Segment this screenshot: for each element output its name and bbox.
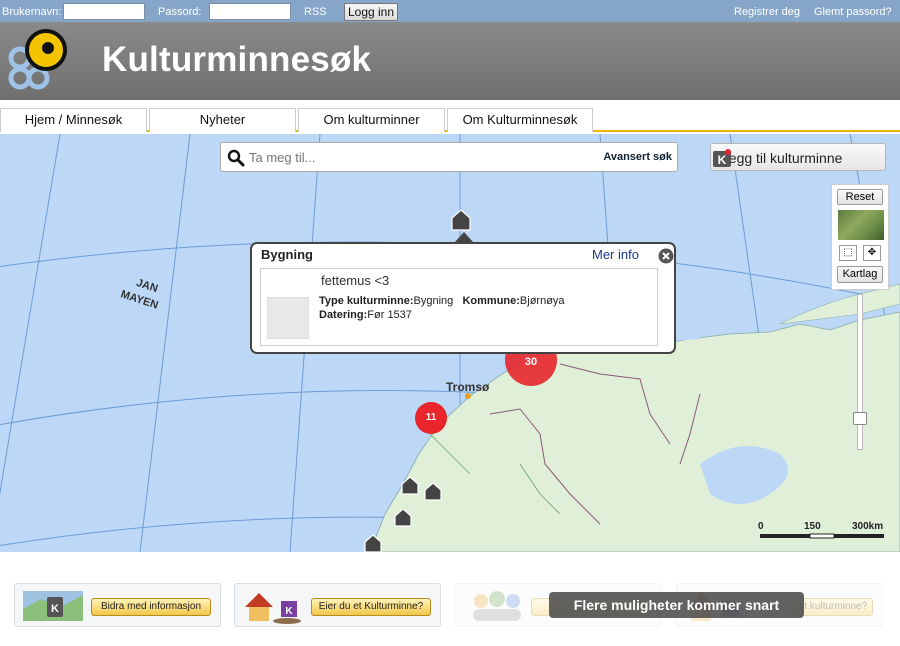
map-view[interactable]: 30 11 0 150 300km JAN MAYEN Tromsø Ta me… xyxy=(0,134,900,552)
feature-strip: K Bidra med informasjon K Eier du et Kul… xyxy=(0,552,900,646)
contribute-card[interactable]: K Bidra med informasjon xyxy=(14,583,221,627)
add-cultural-heritage-button[interactable]: Legg til kulturminne K xyxy=(710,143,886,171)
register-link[interactable]: Registrer deg xyxy=(734,6,800,18)
more-info-link[interactable]: Mer info xyxy=(592,247,639,262)
kulturminne-marker-icon: K xyxy=(713,149,731,167)
box-select-icon[interactable]: ⬚ xyxy=(839,245,857,261)
search-input[interactable] xyxy=(249,147,579,167)
satellite-layer-thumbnail[interactable] xyxy=(838,210,884,240)
cluster-count-30: 30 xyxy=(525,356,537,368)
datering-value: Før 1537 xyxy=(367,309,412,321)
popup-pointer xyxy=(455,232,473,242)
reset-button[interactable]: Reset xyxy=(837,189,883,205)
site-title: Kulturminnesøk xyxy=(102,40,372,79)
svg-text:K: K xyxy=(51,603,59,615)
rss-link[interactable]: RSS xyxy=(304,6,327,18)
kulturminnesok-logo[interactable] xyxy=(8,28,68,90)
site-header: Kulturminnesøk xyxy=(0,22,900,100)
forgot-password-link[interactable]: Glemt passord? xyxy=(814,6,892,18)
scale-end: 300km xyxy=(852,521,883,532)
svg-text:K: K xyxy=(718,153,727,167)
popup-title: Bygning xyxy=(261,247,313,262)
search-box[interactable]: Avansert søk xyxy=(220,142,678,172)
popup-thumbnail[interactable] xyxy=(267,297,309,339)
add-button-label: Legg til kulturminne xyxy=(721,150,843,166)
future-card-button-2: et kulturminne? xyxy=(793,598,873,616)
tab-news[interactable]: Nyheter xyxy=(149,108,296,132)
map-controls-panel: Reset ⬚ ✥ Kartlag xyxy=(831,184,889,290)
kommune-label: Kommune: xyxy=(462,295,520,307)
popup-dating-line: Datering:Før 1537 xyxy=(319,309,412,321)
tab-about-cultural-heritage[interactable]: Om kulturminner xyxy=(298,108,445,132)
map-layers-button[interactable]: Kartlag xyxy=(837,266,883,283)
coming-soon-overlay: Flere muligheter kommer snart xyxy=(549,592,804,618)
login-bar: Brukernavn: Passord: RSS Logg inn Regist… xyxy=(0,0,900,22)
kommune-value: Bjørnøya xyxy=(519,295,565,307)
tab-home-search[interactable]: Hjem / Minnesøk xyxy=(0,108,147,132)
scale-zero: 0 xyxy=(758,521,764,532)
zoom-slider-track[interactable] xyxy=(857,294,863,450)
search-icon[interactable] xyxy=(227,149,245,167)
tab-about-kulturminnesok[interactable]: Om Kulturminnesøk xyxy=(447,108,593,132)
type-label: Type kulturminne: xyxy=(319,295,414,307)
main-navigation: Hjem / Minnesøk Nyheter Om kulturminner … xyxy=(0,100,900,132)
scale-mid: 150 xyxy=(804,521,821,532)
map-contribute-icon: K xyxy=(23,591,83,621)
advanced-search-link[interactable]: Avansert søk xyxy=(603,151,672,163)
svg-text:K: K xyxy=(285,606,293,617)
pan-icon[interactable]: ✥ xyxy=(863,245,881,261)
house-owner-icon: K xyxy=(245,593,301,624)
popup-content: fettemus <3 Type kulturminne:Bygning Kom… xyxy=(260,268,658,346)
popup-item-name: fettemus <3 xyxy=(321,273,390,288)
zoom-slider-handle[interactable] xyxy=(853,412,867,425)
password-label: Passord: xyxy=(158,6,202,18)
people-icon xyxy=(473,591,521,621)
popup-type-line: Type kulturminne:Bygning Kommune:Bjørnøy… xyxy=(319,295,565,307)
cluster-marker-11[interactable]: 11 xyxy=(415,402,447,434)
info-popup: Bygning Mer info fettemus <3 Type kultur… xyxy=(250,232,676,354)
owner-card[interactable]: K Eier du et Kulturminne? xyxy=(234,583,441,627)
owner-question-button[interactable]: Eier du et Kulturminne? xyxy=(311,598,431,616)
cluster-count-11: 11 xyxy=(426,412,437,423)
datering-label: Datering: xyxy=(319,309,368,321)
type-value: Bygning xyxy=(413,295,454,307)
tromso-label: Tromsø xyxy=(446,380,490,394)
close-icon[interactable] xyxy=(658,248,674,264)
login-button[interactable]: Logg inn xyxy=(344,3,398,21)
username-label: Brukernavn: xyxy=(2,6,62,18)
contribute-info-button[interactable]: Bidra med informasjon xyxy=(91,598,211,616)
username-input[interactable] xyxy=(63,3,145,20)
password-input[interactable] xyxy=(209,3,291,20)
kulturminne-marker[interactable] xyxy=(451,209,471,231)
